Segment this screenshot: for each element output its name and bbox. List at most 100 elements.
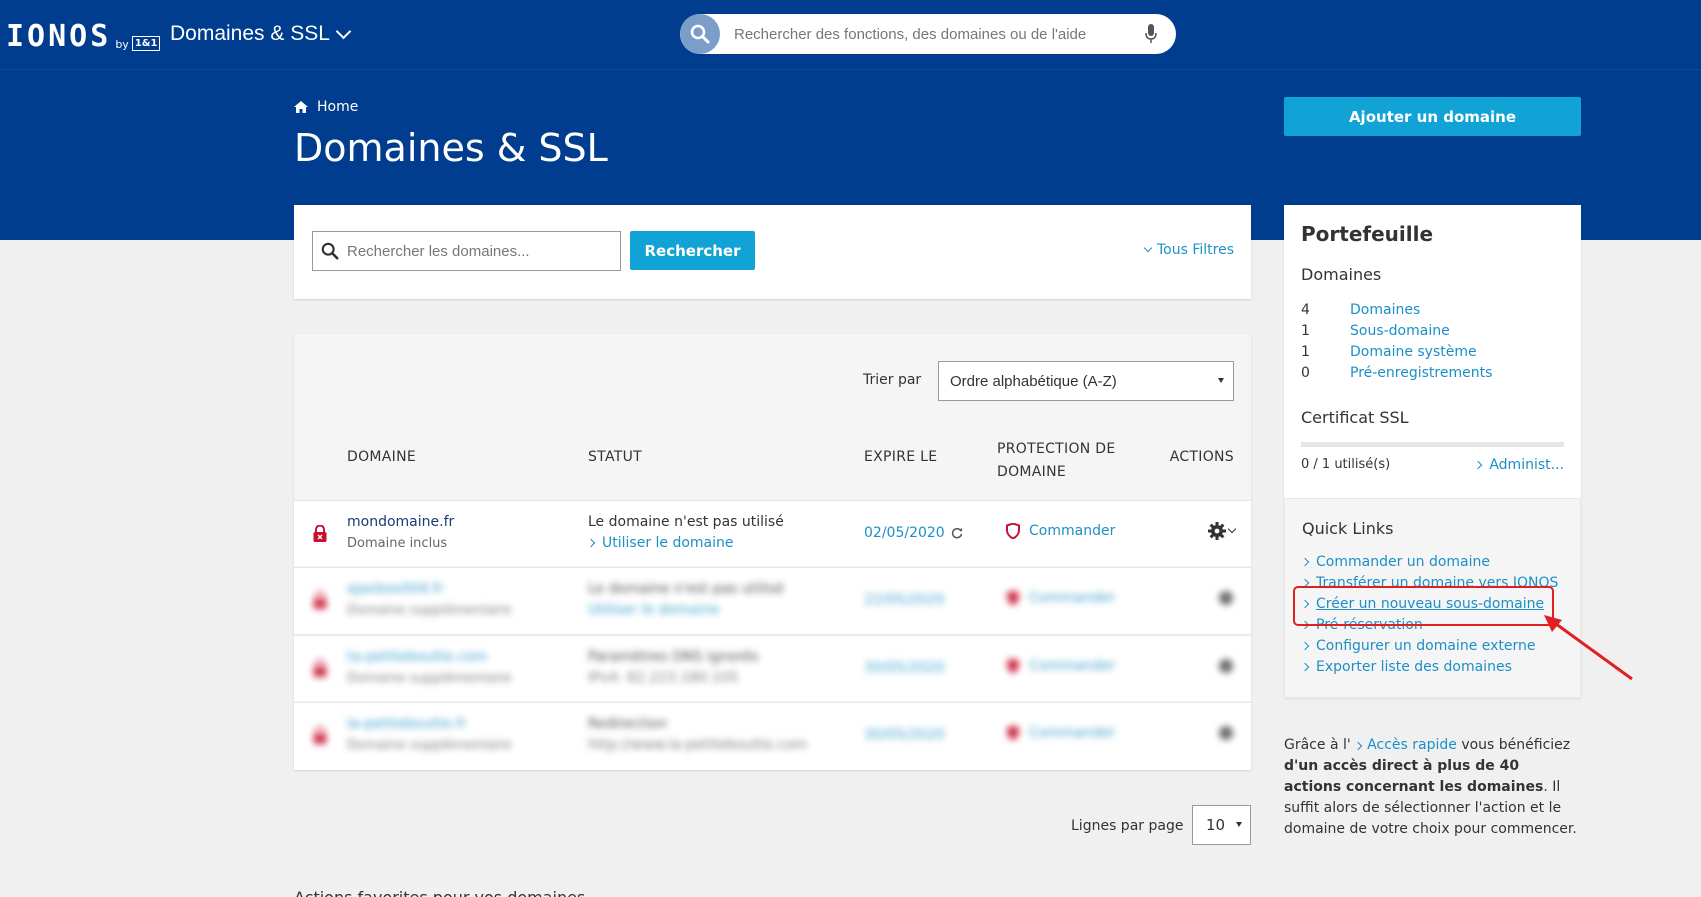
count-value: 4	[1301, 302, 1310, 318]
count-value: 1	[1301, 344, 1310, 360]
app-switcher-label: Domaines & SSL	[170, 22, 330, 45]
search-button[interactable]: Rechercher	[630, 231, 755, 270]
status-detail: http://www.la-petiteboutte.com	[588, 737, 808, 753]
quick-link-label: Exporter liste des domaines	[1316, 659, 1512, 675]
domain-name-link[interactable]: la-petiteboutte.fr	[347, 716, 467, 732]
lock-icon	[313, 726, 327, 748]
search-icon[interactable]	[680, 14, 720, 54]
row-actions-menu[interactable]	[1217, 589, 1235, 607]
shield-icon	[1006, 523, 1020, 539]
column-header-status[interactable]: STATUT	[588, 449, 642, 465]
shield-icon	[1007, 590, 1019, 606]
sort-selected-value: Ordre alphabétique (A-Z)	[950, 372, 1117, 390]
logo-by-text: by	[115, 38, 129, 51]
quick-access-info: Grâce à l' Accès rapide vous bénéficiez …	[1284, 735, 1581, 840]
domain-table: Trier par Ordre alphabétique (A-Z) DOMAI…	[294, 334, 1251, 770]
sort-label: Trier par	[863, 372, 922, 388]
domain-name-link[interactable]: ajaxbox004.fr	[347, 581, 444, 597]
column-header-protection-line1: PROTECTION DE	[997, 441, 1116, 457]
ssl-heading: Certificat SSL	[1301, 408, 1409, 427]
chevron-right-icon	[1300, 641, 1310, 651]
page-title: Domaines & SSL	[294, 126, 608, 170]
expiry-date-link[interactable]: 22/05/2020	[864, 592, 945, 608]
order-protection-link[interactable]: Commander	[1006, 523, 1115, 539]
status-text: Paramètres DNS ignorés	[588, 649, 759, 665]
domain-search-input[interactable]	[339, 242, 620, 260]
domain-subtitle: Domaine inclus	[347, 536, 448, 551]
caret-down-icon	[1218, 378, 1224, 383]
domain-search-panel: Rechercher Tous Filtres	[294, 205, 1251, 299]
lock-icon	[313, 524, 327, 546]
chevron-down-icon	[1227, 524, 1237, 534]
domains-link[interactable]: Domaines	[1350, 302, 1420, 318]
quick-links-title: Quick Links	[1302, 519, 1394, 538]
add-domain-button[interactable]: Ajouter un domaine	[1284, 97, 1581, 136]
quick-link-external-domain[interactable]: Configurer un domaine externe	[1300, 638, 1536, 654]
sort-dropdown[interactable]: Ordre alphabétique (A-Z)	[938, 361, 1234, 401]
status-detail: IPv4: 82.223.180.105	[588, 670, 739, 686]
ssl-manage-link[interactable]: Administ...	[1474, 457, 1564, 473]
logo-badge: 1&1	[131, 36, 161, 51]
quick-link-label: Configurer un domaine externe	[1316, 638, 1536, 654]
section-heading: Actions favorites pour vos domaines	[294, 888, 585, 897]
all-filters-toggle[interactable]: Tous Filtres	[1143, 242, 1234, 258]
pre-registrations-link[interactable]: Pré-enregistrements	[1350, 365, 1492, 381]
expiry-date-link[interactable]: 30/05/2020	[864, 727, 945, 743]
quick-access-link[interactable]: Accès rapide	[1353, 737, 1457, 753]
annotation-highlight-box	[1293, 586, 1554, 626]
rows-per-page-dropdown[interactable]: 10	[1192, 805, 1251, 845]
use-domain-label: Utiliser le domaine	[602, 535, 734, 551]
expiry-date-link[interactable]: 30/05/2020	[864, 660, 945, 676]
ionos-logo[interactable]: IONOS by 1&1	[6, 18, 161, 54]
order-protection-link[interactable]: Commander	[1006, 725, 1115, 741]
portfolio-count-row: 1 Domaine système	[1301, 344, 1477, 360]
info-bold: d'un accès direct à plus de 40 actions c…	[1284, 758, 1544, 795]
column-header-protection-line2: DOMAINE	[997, 464, 1067, 480]
logo-wordmark: IONOS	[6, 19, 112, 54]
column-header-protection[interactable]: PROTECTION DE DOMAINE	[997, 438, 1127, 484]
status-text: Redirection	[588, 716, 668, 732]
row-actions-menu[interactable]	[1217, 657, 1235, 675]
gear-icon	[1219, 726, 1233, 740]
column-header-actions: ACTIONS	[1169, 449, 1234, 465]
order-protection-label: Commander	[1029, 590, 1116, 606]
global-search-input[interactable]	[720, 25, 1136, 43]
chevron-right-icon	[1300, 662, 1310, 672]
gear-icon	[1219, 659, 1233, 673]
column-header-domain[interactable]: DOMAINE	[347, 449, 416, 465]
expiry-date-link[interactable]: 02/05/2020	[864, 525, 963, 541]
portfolio-count-row: 1 Sous-domaine	[1301, 323, 1450, 339]
subdomains-link[interactable]: Sous-domaine	[1350, 323, 1450, 339]
domain-search-field	[312, 231, 621, 271]
info-prefix: Grâce à l'	[1284, 737, 1351, 753]
app-switcher[interactable]: Domaines & SSL	[170, 22, 352, 46]
column-header-expires[interactable]: EXPIRE LE	[864, 449, 937, 465]
order-protection-label: Commander	[1029, 523, 1116, 539]
breadcrumb-home: Home	[317, 99, 359, 115]
caret-down-icon	[1236, 822, 1242, 827]
shield-icon	[1007, 658, 1019, 674]
lock-icon	[313, 591, 327, 613]
use-domain-link[interactable]: Utiliser le domaine	[586, 535, 734, 551]
annotation-arrow-icon	[1544, 615, 1633, 681]
domain-subtitle: Domaine supplémentaire	[347, 603, 512, 618]
quick-link-order-domain[interactable]: Commander un domaine	[1300, 554, 1490, 570]
home-icon	[294, 101, 308, 113]
order-protection-link[interactable]: Commander	[1006, 590, 1115, 606]
quick-access-label: Accès rapide	[1367, 737, 1457, 753]
search-icon	[321, 242, 339, 260]
all-filters-label: Tous Filtres	[1156, 242, 1234, 258]
rows-per-page-label: Lignes par page	[1071, 818, 1184, 834]
domain-name-link[interactable]: mondomaine.fr	[347, 514, 454, 530]
row-actions-menu[interactable]	[1208, 522, 1237, 540]
microphone-icon[interactable]	[1136, 24, 1166, 44]
row-actions-menu[interactable]	[1217, 724, 1235, 742]
domain-subtitle: Domaine supplémentaire	[347, 671, 512, 686]
order-protection-link[interactable]: Commander	[1006, 658, 1115, 674]
quick-link-export-list[interactable]: Exporter liste des domaines	[1300, 659, 1512, 675]
system-domain-link[interactable]: Domaine système	[1350, 344, 1477, 360]
domain-subtitle: Domaine supplémentaire	[347, 738, 512, 753]
use-domain-link[interactable]: Utiliser le domaine	[588, 602, 720, 618]
breadcrumb[interactable]: Home	[294, 99, 358, 115]
domain-name-link[interactable]: ta-petiteboutte.com	[347, 649, 487, 665]
